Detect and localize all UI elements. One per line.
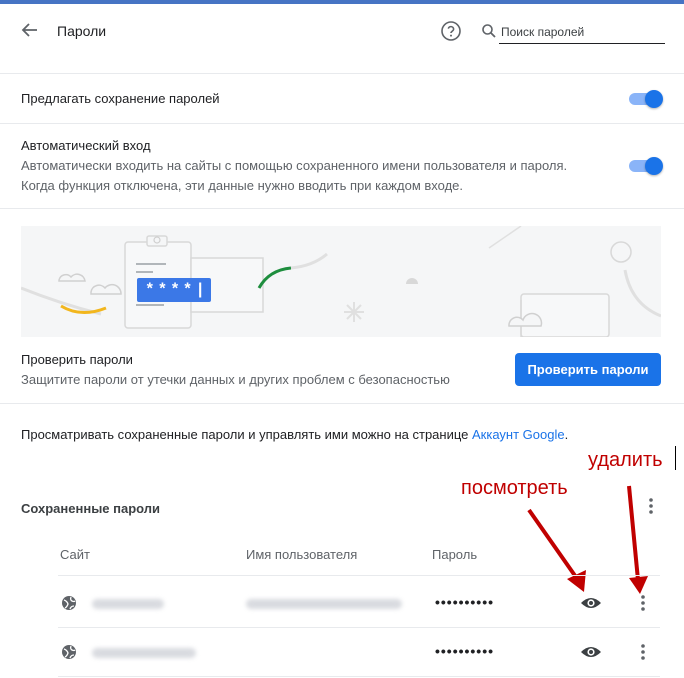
auto-signin-toggle[interactable] xyxy=(629,157,663,175)
page-title: Пароли xyxy=(57,23,107,39)
show-password-eye-icon[interactable] xyxy=(580,595,602,614)
check-passwords-description: Защитите пароли от утечки данных и други… xyxy=(21,372,450,387)
manage-period: . xyxy=(564,427,569,442)
more-options-icon[interactable] xyxy=(645,497,657,518)
password-masked: •••••••••• xyxy=(435,594,495,610)
username-blurred xyxy=(246,599,402,609)
annotation-delete: удалить xyxy=(588,449,663,471)
window-top-border xyxy=(0,0,684,4)
manage-passwords-text: Просматривать сохраненные пароли и управ… xyxy=(21,427,568,442)
divider xyxy=(0,403,684,404)
site-url-blurred xyxy=(92,648,196,658)
row-divider xyxy=(58,627,660,628)
show-password-eye-icon[interactable] xyxy=(580,644,602,663)
search-input[interactable] xyxy=(499,21,665,44)
offer-save-label: Предлагать сохранение паролей xyxy=(21,91,220,106)
site-url-blurred xyxy=(92,599,164,609)
auto-signin-description-2: Когда функция отключена, эти данные нужн… xyxy=(21,178,463,193)
row-more-options-icon[interactable] xyxy=(637,594,649,615)
check-passwords-title: Проверить пароли xyxy=(21,352,133,367)
check-passwords-button[interactable]: Проверить пароли xyxy=(515,353,661,386)
row-divider xyxy=(58,575,660,576)
search-icon xyxy=(481,23,497,39)
globe-icon xyxy=(61,595,77,614)
password-check-illustration: ****| xyxy=(21,226,661,337)
auto-signin-label: Автоматический вход xyxy=(21,138,151,153)
column-header-site: Сайт xyxy=(60,547,90,562)
row-more-options-icon[interactable] xyxy=(637,643,649,664)
saved-passwords-title: Сохраненные пароли xyxy=(21,501,161,516)
back-arrow-icon[interactable] xyxy=(20,20,40,40)
divider xyxy=(0,73,684,74)
column-header-username: Имя пользователя xyxy=(246,547,358,562)
text-cursor xyxy=(675,446,676,470)
help-icon[interactable] xyxy=(440,20,462,42)
divider xyxy=(0,123,684,124)
password-masked: •••••••••• xyxy=(435,643,495,659)
column-header-password: Пароль xyxy=(432,547,478,562)
offer-save-toggle[interactable] xyxy=(629,90,663,108)
row-divider xyxy=(58,676,660,677)
manage-text: Просматривать сохраненные пароли и управ… xyxy=(21,427,469,442)
auto-signin-description-1: Автоматически входить на сайты с помощью… xyxy=(21,158,568,173)
password-mask-text: ****| xyxy=(145,281,209,299)
globe-icon xyxy=(61,644,77,663)
google-account-link[interactable]: Аккаунт Google xyxy=(472,427,565,442)
divider xyxy=(0,208,684,209)
